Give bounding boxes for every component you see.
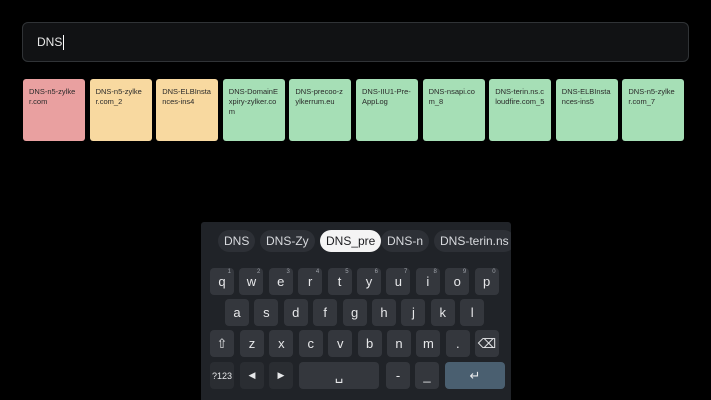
cursor-right-icon[interactable]: ▶ xyxy=(269,362,293,389)
suggestion-strip: DNS DNS-Zy DNS_pre DNS-n DNS-terin.ns xyxy=(201,230,511,254)
key-f[interactable]: f xyxy=(313,299,338,326)
key-o[interactable]: o9 xyxy=(445,268,470,295)
symbols-key[interactable]: ?123 xyxy=(210,362,234,389)
monitor-tile[interactable]: DNS-n5-zylker.com_7 xyxy=(622,79,685,141)
monitor-tile[interactable]: DNS-terin.ns.cloudfire.com_5 xyxy=(489,79,552,141)
monitor-tile[interactable]: DNS-ELBInstances-ins5 xyxy=(555,79,618,141)
on-screen-keyboard: DNS DNS-Zy DNS_pre DNS-n DNS-terin.ns q1w2e3… xyxy=(201,222,511,400)
key-number-hint: 9 xyxy=(462,269,467,275)
key-s[interactable]: s xyxy=(254,299,279,326)
underscore-key[interactable]: _ xyxy=(415,362,439,389)
monitor-tile[interactable]: DNS-ELBInstances-ins4 xyxy=(156,79,219,141)
key-a[interactable]: a xyxy=(225,299,249,326)
key-x[interactable]: x xyxy=(269,330,294,357)
key-label: o xyxy=(453,274,461,289)
key-number-hint: 1 xyxy=(227,269,231,275)
key-label: u xyxy=(394,274,402,289)
key-e[interactable]: e3 xyxy=(268,268,293,295)
key-r[interactable]: r4 xyxy=(298,268,323,295)
key-number-hint: 6 xyxy=(374,269,378,275)
cursor-left-icon[interactable]: ◀ xyxy=(240,362,264,389)
monitor-tile[interactable]: DNS-nsapi.com_8 xyxy=(422,79,485,141)
key-label: r xyxy=(308,274,313,289)
space-bar[interactable]: ␣ xyxy=(299,362,379,389)
key-q[interactable]: q1 xyxy=(210,268,234,295)
key-y[interactable]: y6 xyxy=(357,268,381,295)
key-b[interactable]: b xyxy=(357,330,382,357)
key-number-hint: 5 xyxy=(345,269,349,275)
monitor-tile[interactable]: DNS-n5-zylker.com_2 xyxy=(89,79,152,141)
key-z[interactable]: z xyxy=(240,330,264,357)
key-m[interactable]: m xyxy=(416,330,441,357)
key-i[interactable]: i8 xyxy=(415,268,440,295)
key-w[interactable]: w2 xyxy=(239,268,264,295)
dash-key[interactable]: - xyxy=(386,362,410,389)
key-number-hint: 3 xyxy=(286,269,290,275)
key-label: q xyxy=(218,274,226,289)
enter-icon[interactable]: ↵ xyxy=(445,362,505,389)
key-c[interactable]: c xyxy=(298,330,323,357)
key-u[interactable]: u7 xyxy=(386,268,411,295)
shift-icon[interactable]: ⇧ xyxy=(210,330,234,357)
key-label: e xyxy=(277,274,285,289)
key-k[interactable]: k xyxy=(430,299,455,326)
monitor-tile[interactable]: DNS-DomainExpiry-zylker.com xyxy=(222,79,285,141)
key-label: w xyxy=(246,274,257,289)
key-number-hint: 0 xyxy=(492,269,496,275)
search-input[interactable]: DNS xyxy=(22,22,689,62)
key-g[interactable]: g xyxy=(342,299,367,326)
backspace-icon[interactable]: ⌫ xyxy=(475,330,499,357)
monitor-tile[interactable]: DNS-precoo-zylkerrum.eu xyxy=(289,79,352,141)
key-p[interactable]: p0 xyxy=(474,268,499,295)
key-n[interactable]: n xyxy=(387,330,411,357)
key-h[interactable]: h xyxy=(372,299,396,326)
text-caret xyxy=(63,34,65,50)
key-label: y xyxy=(365,274,373,289)
suggestion-chip[interactable]: DNS_pre xyxy=(320,230,382,252)
key-period[interactable]: . xyxy=(445,330,470,357)
key-v[interactable]: v xyxy=(328,330,353,357)
key-t[interactable]: t5 xyxy=(327,268,352,295)
suggestion-chip[interactable]: DNS-n xyxy=(381,230,430,252)
suggestion-chip[interactable]: DNS-terin.ns xyxy=(434,230,511,252)
key-number-hint: 4 xyxy=(315,269,320,275)
key-d[interactable]: d xyxy=(283,299,308,326)
key-label: i xyxy=(426,274,430,289)
monitor-tile[interactable]: DNS-IIU1-Pre-AppLog xyxy=(356,79,418,141)
key-number-hint: 2 xyxy=(257,269,261,275)
monitor-tile[interactable]: DNS-n5-zylker.com xyxy=(23,79,85,141)
suggestion-chip[interactable]: DNS xyxy=(218,230,256,252)
key-label: t xyxy=(337,274,342,289)
key-l[interactable]: l xyxy=(460,299,485,326)
key-number-hint: 7 xyxy=(404,269,408,275)
key-label: p xyxy=(482,274,491,289)
search-query-text: DNS xyxy=(37,35,63,49)
suggestion-chip[interactable]: DNS-Zy xyxy=(260,230,315,252)
key-number-hint: 8 xyxy=(433,269,437,275)
key-j[interactable]: j xyxy=(401,299,426,326)
